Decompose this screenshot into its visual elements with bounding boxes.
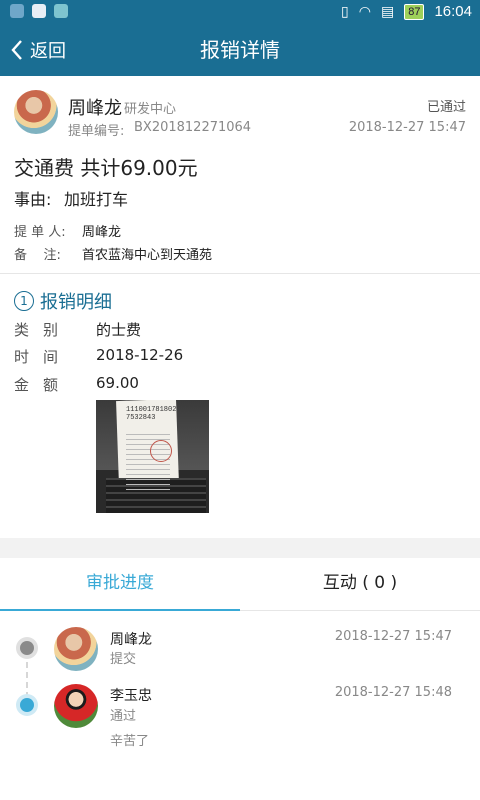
receipt-thumbnail[interactable]: 1110017818027532843 bbox=[96, 400, 209, 513]
amount-value: 69.00 bbox=[96, 374, 139, 392]
claim-total: 交通费 共计69.00元 bbox=[14, 156, 198, 180]
avatar bbox=[54, 684, 98, 728]
timeline-action: 通过 bbox=[110, 709, 137, 724]
submitter-name: 周峰龙 bbox=[68, 98, 122, 119]
note: 首农蓝海中心到天通苑 bbox=[82, 248, 213, 263]
receipt-text: 1110017818027532843 bbox=[126, 406, 177, 422]
section-gap bbox=[0, 538, 480, 558]
app-notification-icon bbox=[10, 4, 24, 18]
submit-datetime: 2018-12-27 15:47 bbox=[348, 120, 466, 135]
timeline-dot-submitted bbox=[20, 641, 34, 655]
reason: 加班打车 bbox=[64, 190, 129, 209]
receipt-stamp bbox=[150, 440, 172, 462]
index-badge: 1 bbox=[14, 291, 34, 311]
divider bbox=[0, 273, 480, 274]
department: 研发中心 bbox=[124, 102, 177, 117]
category-value: 的士费 bbox=[96, 321, 142, 339]
chevron-left-icon bbox=[11, 40, 22, 60]
page-title: 报销详情 bbox=[200, 38, 280, 62]
submitter-label: 提 单 人: bbox=[14, 225, 66, 240]
avatar bbox=[14, 90, 58, 134]
back-label: 返回 bbox=[30, 41, 66, 62]
nav-bar: 返回 报销详情 bbox=[0, 24, 480, 76]
timeline-time: 2018-12-27 15:47 bbox=[334, 629, 452, 644]
detail-title: 报销明细 bbox=[40, 292, 112, 313]
time-value: 2018-12-26 bbox=[96, 346, 184, 364]
app-notification-icon bbox=[32, 4, 46, 18]
status-badge: 已通过 bbox=[426, 100, 466, 115]
submitter: 周峰龙 bbox=[82, 225, 122, 240]
timeline-time: 2018-12-27 15:48 bbox=[334, 685, 452, 700]
vibrate-icon: ▯ bbox=[341, 3, 349, 19]
timeline-name: 李玉忠 bbox=[110, 688, 152, 704]
tab-approval-progress[interactable]: 审批进度 bbox=[0, 558, 240, 611]
detail-row-category: 类别 的士费 bbox=[14, 319, 141, 340]
battery-icon: 87 bbox=[404, 3, 425, 20]
timeline-name: 周峰龙 bbox=[110, 632, 152, 648]
note-label: 备 注: bbox=[14, 248, 61, 263]
wifi-icon: ◠ bbox=[358, 3, 371, 19]
timeline-action: 提交 bbox=[110, 652, 137, 667]
app-notification-icon bbox=[54, 4, 68, 18]
avatar bbox=[54, 627, 98, 671]
clock: 16:04 bbox=[434, 3, 472, 20]
sim-icon: ▤ bbox=[380, 3, 395, 19]
reason-label: 事由: bbox=[14, 190, 52, 209]
category-label: 类别 bbox=[14, 321, 73, 339]
back-button[interactable]: 返回 bbox=[10, 24, 66, 76]
timeline-connector bbox=[26, 652, 28, 698]
status-bar: ▯ ◠ ▤ 87 16:04 bbox=[0, 0, 480, 24]
order-number: BX201812271064 bbox=[134, 120, 252, 135]
detail-row-time: 时间 2018-12-26 bbox=[14, 346, 183, 367]
detail-row-amount: 金额 69.00 bbox=[14, 374, 139, 395]
timeline-dot-approved bbox=[20, 698, 34, 712]
time-label: 时间 bbox=[14, 348, 73, 366]
amount-label: 金额 bbox=[14, 376, 73, 394]
order-number-label: 提单编号: bbox=[68, 124, 125, 139]
tab-interaction[interactable]: 互动 ( 0 ) bbox=[240, 558, 480, 610]
timeline-comment: 辛苦了 bbox=[110, 734, 150, 749]
tab-bar: 审批进度 互动 ( 0 ) bbox=[0, 558, 480, 611]
detail-section-title: 1 报销明细 bbox=[14, 288, 112, 314]
